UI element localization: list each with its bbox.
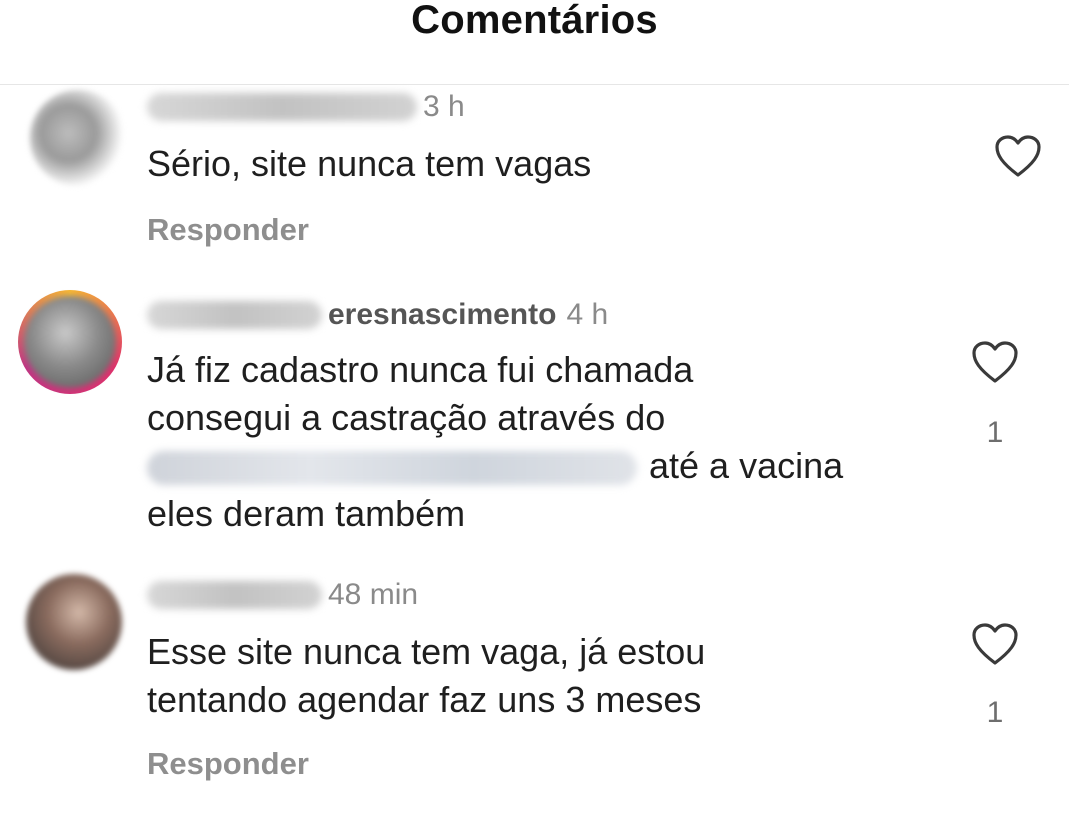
comment-text-line: Já fiz cadastro nunca fui chamada	[147, 349, 694, 390]
username-redacted[interactable]	[147, 581, 322, 609]
comment-time: 48 min	[328, 578, 419, 611]
comments-header: Comentários	[0, 0, 1069, 85]
comment-text-segment: até a vacina	[649, 445, 844, 486]
heart-outline-icon	[972, 341, 1018, 383]
comment-text-line: eles deram também	[147, 493, 466, 534]
comment-meta: 3 h	[147, 90, 465, 124]
avatar-story-ring[interactable]	[18, 290, 122, 394]
comment-meta: eresnascimento 4 h	[147, 298, 608, 332]
page-title: Comentários	[411, 0, 658, 42]
like-button[interactable]	[994, 134, 1042, 178]
reply-button[interactable]: Responder	[147, 212, 309, 248]
avatar[interactable]	[26, 574, 122, 670]
comment-meta: 48 min	[147, 578, 418, 612]
comment-item: 3 h Sério, site nunca tem vagas Responde…	[0, 84, 1069, 274]
like-count: 1	[986, 696, 1004, 729]
like-button[interactable]	[971, 340, 1019, 384]
comment-text-line: até a vacina	[147, 442, 843, 490]
like-button[interactable]	[971, 622, 1019, 666]
comment-username[interactable]: eresnascimento	[328, 298, 556, 332]
heart-outline-icon	[972, 623, 1018, 665]
comment-time: 3 h	[423, 90, 465, 123]
comment-text: Já fiz cadastro nunca fui chamada conseg…	[147, 346, 843, 538]
comment-text-line: tentando agendar faz uns 3 meses	[147, 679, 702, 720]
comment-item: 48 min Esse site nunca tem vaga, já esto…	[0, 566, 1069, 806]
comment-item: eresnascimento 4 h Já fiz cadastro nunca…	[0, 286, 1069, 546]
comment-text: Sério, site nunca tem vagas	[147, 143, 592, 184]
username-redacted[interactable]	[147, 93, 417, 121]
comment-text-line: Esse site nunca tem vaga, já estou	[147, 631, 706, 672]
username-redacted[interactable]	[147, 301, 322, 329]
like-count: 1	[986, 416, 1004, 449]
comment-text-line: consegui a castração através do	[147, 397, 666, 438]
reply-button[interactable]: Responder	[147, 746, 309, 782]
comment-text: Esse site nunca tem vaga, já estou tenta…	[147, 628, 705, 724]
mention-redacted[interactable]	[147, 451, 637, 486]
avatar	[24, 296, 116, 388]
comment-time: 4 h	[566, 298, 609, 331]
avatar[interactable]	[30, 90, 126, 186]
heart-outline-icon	[995, 135, 1041, 177]
